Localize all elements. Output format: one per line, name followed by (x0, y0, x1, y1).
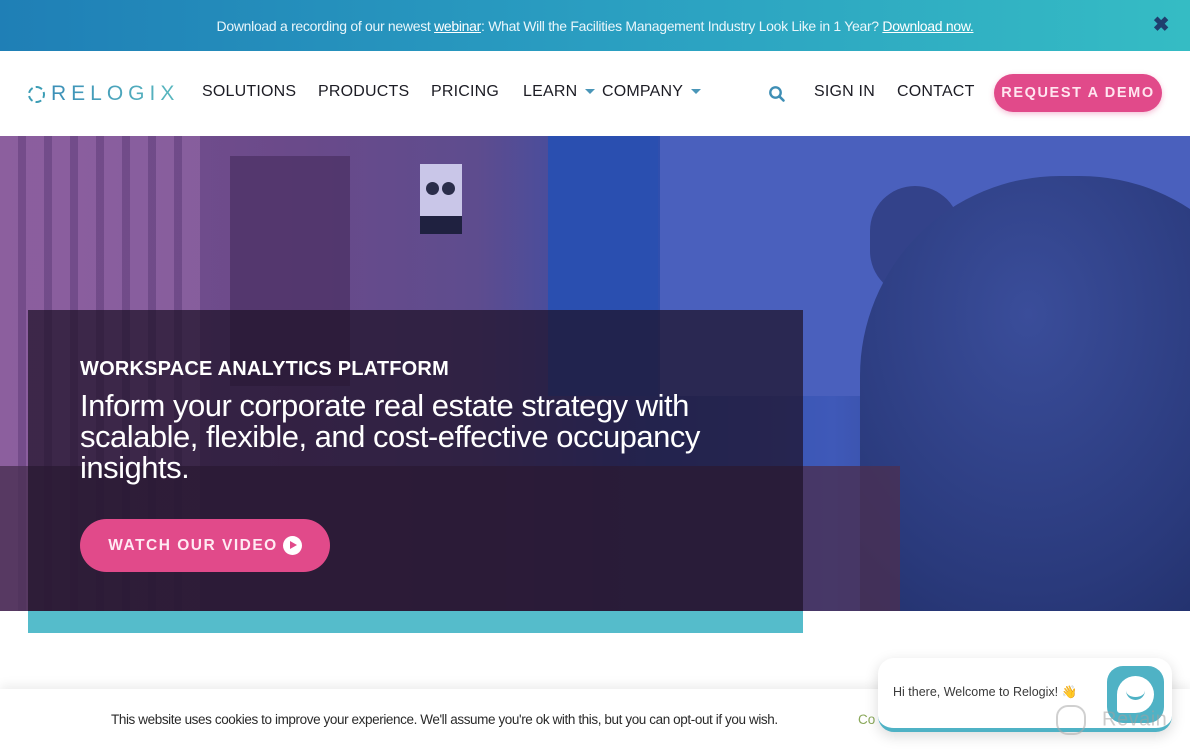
nav-company[interactable]: COMPANY (602, 83, 702, 101)
watermark-text: Revain (1102, 708, 1168, 731)
logo-wordmark: RELOGIX (51, 82, 180, 105)
logo-ring-icon (28, 85, 45, 103)
play-circle-icon (282, 536, 302, 555)
nav-learn[interactable]: LEARN (523, 83, 596, 101)
revain-watermark: Revain (1056, 705, 1167, 735)
smile-icon (1126, 690, 1145, 700)
announcement-bar: Download a recording of our newest webin… (0, 0, 1190, 51)
webinar-link[interactable]: webinar (434, 18, 481, 34)
download-now-link[interactable]: Download now. (882, 18, 973, 34)
announcement-text-before: Download a recording of our newest (216, 17, 435, 34)
cookie-message: This website uses cookies to improve you… (111, 712, 778, 727)
search-icon[interactable] (768, 85, 786, 103)
chat-greeting-text: Hi there, Welcome to Relogix! 👋 (893, 685, 1078, 699)
hero-overline: WORKSPACE ANALYTICS PLATFORM (80, 358, 449, 380)
nav-products[interactable]: PRODUCTS (318, 83, 409, 101)
nav-solutions[interactable]: SOLUTIONS (202, 83, 296, 101)
nav-sign-in[interactable]: SIGN IN (814, 83, 875, 101)
revain-logo-icon (1056, 705, 1086, 735)
announcement-text-middle: : What Will the Facilities Management In… (481, 17, 883, 34)
close-icon[interactable]: ✖ (1150, 14, 1172, 36)
watch-video-label: WATCH OUR VIDEO (108, 536, 278, 554)
nav-learn-label: LEARN (523, 83, 578, 100)
relogix-logo[interactable]: RELOGIX (28, 82, 179, 106)
chevron-down-icon (691, 89, 702, 95)
hero-image-poster (420, 164, 462, 234)
nav-contact[interactable]: CONTACT (897, 83, 975, 101)
request-demo-button[interactable]: REQUEST A DEMO (994, 74, 1162, 112)
hero-headline: Inform your corporate real estate strate… (80, 388, 700, 485)
nav-company-label: COMPANY (602, 83, 684, 100)
hero-accent-strip (28, 611, 803, 633)
nav-pricing[interactable]: PRICING (431, 83, 499, 101)
site-header: RELOGIX SOLUTIONS PRODUCTS PRICING LEARN… (0, 51, 1190, 136)
announcement-text: Download a recording of our newest webin… (217, 18, 974, 34)
watch-video-button[interactable]: WATCH OUR VIDEO (80, 519, 330, 572)
chevron-down-icon (585, 89, 596, 95)
cookie-accept-link[interactable]: Co (858, 712, 875, 727)
